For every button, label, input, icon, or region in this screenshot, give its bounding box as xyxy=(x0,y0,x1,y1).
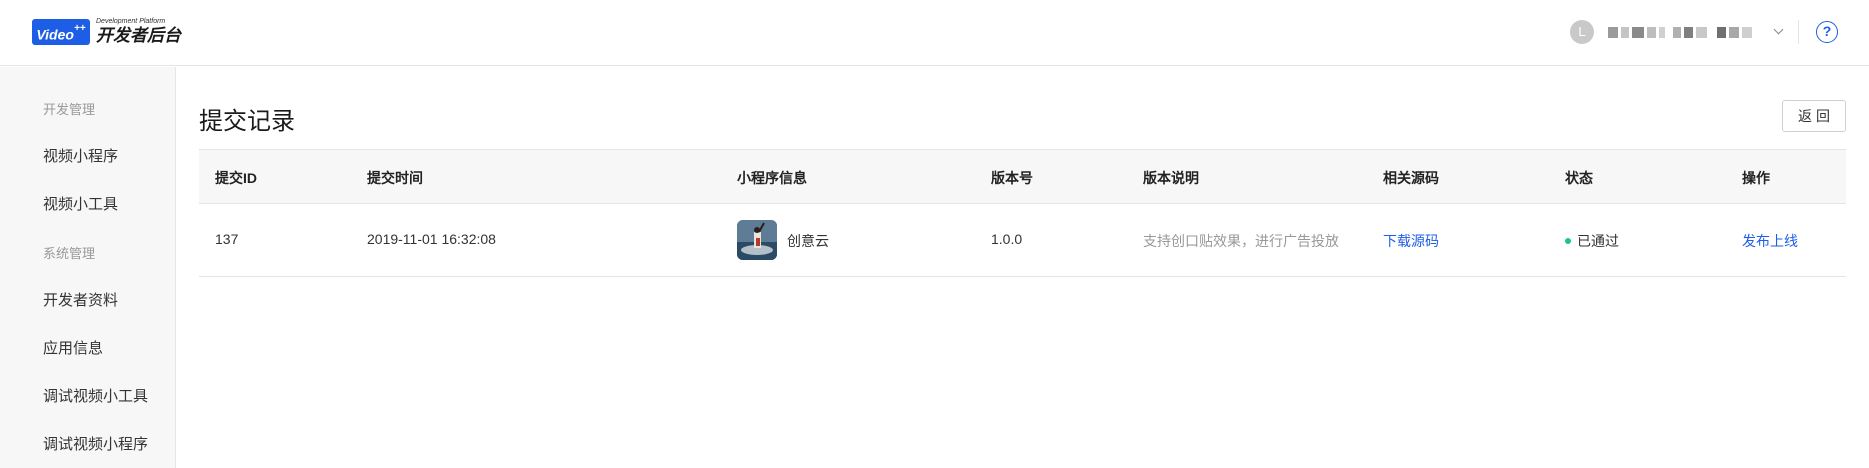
column-header-version: 版本号 xyxy=(991,170,1033,186)
back-button[interactable]: 返回 xyxy=(1782,100,1846,132)
sidebar-item-developer-profile[interactable]: 开发者资料 xyxy=(43,289,118,310)
logo-badge-text: Video xyxy=(36,26,74,43)
column-header-status: 状态 xyxy=(1565,170,1593,186)
chevron-down-icon[interactable] xyxy=(1771,24,1787,40)
cell-version: 1.0.0 xyxy=(991,231,1023,247)
download-source-link[interactable]: 下载源码 xyxy=(1383,231,1439,251)
avatar: L xyxy=(1570,20,1594,44)
column-header-action: 操作 xyxy=(1742,170,1770,186)
logo-subtitle: Development Platform xyxy=(96,18,166,25)
sidebar-item-app-info[interactable]: 应用信息 xyxy=(43,337,103,358)
sidebar-item-debug-miniprogram[interactable]: 调试视频小程序 xyxy=(43,433,148,454)
status-badge: 已通过 xyxy=(1565,231,1619,251)
submission-table: 提交ID 提交时间 小程序信息 版本号 版本说明 相关源码 状态 操作 137 … xyxy=(199,149,1846,277)
logo-badge: Video++ xyxy=(32,19,90,45)
cell-app-name: 创意云 xyxy=(787,233,829,249)
sidebar-item-debug-tool[interactable]: 调试视频小工具 xyxy=(43,385,148,406)
status-text: 已通过 xyxy=(1577,233,1619,249)
logo-text: Development Platform 开发者后台 xyxy=(96,18,181,46)
sidebar-group-system: 系统管理 xyxy=(43,246,96,261)
header-divider xyxy=(1798,20,1799,44)
status-dot-icon xyxy=(1565,238,1571,245)
table-header: 提交ID 提交时间 小程序信息 版本号 版本说明 相关源码 状态 操作 xyxy=(199,149,1846,204)
column-header-id: 提交ID xyxy=(215,170,257,186)
publish-online-link[interactable]: 发布上线 xyxy=(1742,231,1798,251)
sidebar-item-video-tool[interactable]: 视频小工具 xyxy=(43,193,118,214)
logo-title: 开发者后台 xyxy=(96,26,181,45)
user-menu[interactable]: L xyxy=(1570,19,1787,45)
column-header-time: 提交时间 xyxy=(367,170,423,186)
column-header-app-info: 小程序信息 xyxy=(737,170,807,186)
page-title: 提交记录 xyxy=(199,108,295,135)
cell-description: 支持创口贴效果，进行广告投放 xyxy=(1143,233,1339,249)
sidebar-group-dev: 开发管理 xyxy=(43,102,96,117)
table-row: 137 2019-11-01 16:32:08 创意云 1.0.0 支持创口贴效… xyxy=(199,204,1846,277)
cell-time: 2019-11-01 16:32:08 xyxy=(367,231,496,247)
cell-id: 137 xyxy=(215,231,239,247)
blurred-username xyxy=(1608,26,1755,38)
logo[interactable]: Video++ Development Platform 开发者后台 xyxy=(32,18,181,46)
logo-badge-sup: ++ xyxy=(73,23,86,34)
help-icon[interactable]: ? xyxy=(1816,21,1838,43)
sidebar-item-video-miniprogram[interactable]: 视频小程序 xyxy=(43,145,118,166)
column-header-description: 版本说明 xyxy=(1143,170,1199,186)
app-icon xyxy=(737,220,777,260)
top-header: Video++ Development Platform 开发者后台 L ? xyxy=(0,0,1869,66)
column-header-source: 相关源码 xyxy=(1383,170,1439,186)
sidebar: 开发管理 视频小程序 视频小工具 系统管理 开发者资料 应用信息 调试视频小工具… xyxy=(0,67,176,468)
